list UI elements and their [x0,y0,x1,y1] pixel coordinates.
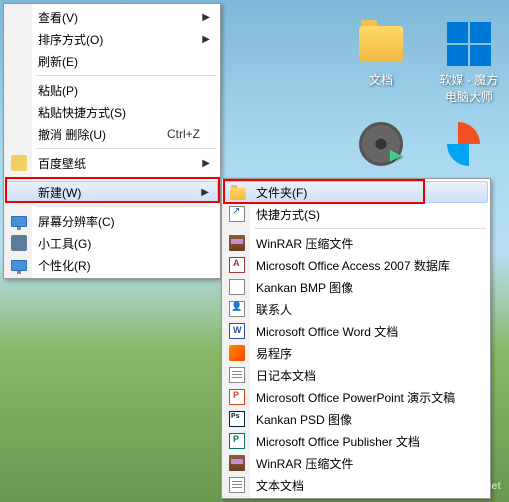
ppt-icon [229,389,245,405]
desktop-icon-ms[interactable] [434,120,504,171]
watermark-url: XiTongZhiJia.Net [417,481,501,492]
menu-item-label: 撤消 删除(U) [38,126,106,143]
doc-icon [229,323,245,339]
menu-separator [254,228,486,229]
desktop-context-menu: 查看(V) ▶ 排序方式(O) ▶ 刷新(E) 粘贴(P) 粘贴快捷方式(S) 撤消 删除(U… [3,3,221,279]
new-submenu-item[interactable]: 易程序 [224,342,488,364]
submenu-arrow-icon: ▶ [202,158,210,169]
menu-item-label: 百度壁纸 [38,155,86,172]
kankan-icon [229,345,245,361]
microsoft-flag-icon [445,120,493,168]
new-submenu-item[interactable]: 联系人 [224,298,488,320]
desktop-icon-documents[interactable]: 文档 [346,20,416,105]
watermark-logo-icon: ⌂ [375,460,411,496]
context-menu-item[interactable]: 刷新(E) [6,50,218,72]
menu-item-label: Microsoft Office PowerPoint 演示文稿 [256,389,455,406]
menu-item-label: 新建(W) [38,184,81,201]
submenu-arrow-icon: ▶ [201,187,209,198]
menu-separator [36,177,216,178]
desktop-icon-label: 软媒 - 魔方 电脑大师 [440,71,499,105]
new-submenu: 文件夹(F) 快捷方式(S) WinRAR 压缩文件 Microsoft Office… [221,178,491,499]
context-menu-item[interactable]: 撤消 删除(U) Ctrl+Z [6,123,218,145]
rar-icon [229,455,245,471]
display-icon [11,213,27,229]
desktop-icon-ruanmei[interactable]: 软媒 - 魔方 电脑大师 [434,20,504,105]
menu-item-label: Kankan BMP 图像 [256,279,353,296]
new-submenu-item[interactable]: Kankan PSD 图像 [224,408,488,430]
context-menu-item[interactable]: 排序方式(O) ▶ [6,28,218,50]
menu-item-label: WinRAR 压缩文件 [256,235,353,252]
contact-icon [229,301,245,317]
context-menu-item[interactable]: 粘贴快捷方式(S) [6,101,218,123]
menu-separator [36,75,216,76]
menu-item-label: 易程序 [256,345,292,362]
desktop-icon-media[interactable] [346,120,416,171]
new-submenu-item[interactable]: Microsoft Office Word 文档 [224,320,488,342]
film-reel-icon [357,120,405,168]
desktop-icons-row-2 [346,120,504,171]
menu-item-label: 排序方式(O) [38,31,103,48]
context-menu-item[interactable]: 粘贴(P) [6,79,218,101]
menu-separator [36,206,216,207]
menu-item-label: Microsoft Office Publisher 文档 [256,433,420,450]
bz-icon [11,155,27,171]
submenu-arrow-icon: ▶ [202,34,210,45]
menu-item-label: Microsoft Office Access 2007 数据库 [256,257,450,274]
menu-item-label: 日记本文档 [256,367,316,384]
menu-item-label: 刷新(E) [38,53,78,70]
watermark-title: 系统之家 [417,464,501,482]
folder-icon [357,20,405,68]
pub-icon [229,433,245,449]
menu-separator [36,148,216,149]
menu-item-label: 屏幕分辨率(C) [38,213,115,230]
link-icon [229,206,245,222]
context-menu-item[interactable]: 百度壁纸 ▶ [6,152,218,174]
access-icon [229,257,245,273]
txt-icon [229,367,245,383]
submenu-arrow-icon: ▶ [202,12,210,23]
new-submenu-item[interactable]: Microsoft Office Access 2007 数据库 [224,254,488,276]
windows-icon [445,20,493,68]
desktop-icons-row: 文档 软媒 - 魔方 电脑大师 [346,20,504,105]
menu-item-label: 小工具(G) [38,235,91,252]
new-submenu-item[interactable]: Microsoft Office Publisher 文档 [224,430,488,452]
gadget-icon [11,235,27,251]
new-submenu-item[interactable]: Kankan BMP 图像 [224,276,488,298]
bmp-icon [229,279,245,295]
new-submenu-item[interactable]: Microsoft Office PowerPoint 演示文稿 [224,386,488,408]
context-menu-item[interactable]: 查看(V) ▶ [6,6,218,28]
new-submenu-item[interactable]: 日记本文档 [224,364,488,386]
context-menu-item[interactable]: 屏幕分辨率(C) [6,210,218,232]
menu-item-label: Microsoft Office Word 文档 [256,323,398,340]
menu-item-label: 粘贴(P) [38,82,78,99]
menu-item-label: 文本文档 [256,477,304,494]
menu-item-shortcut: Ctrl+Z [167,127,200,141]
menu-item-label: 快捷方式(S) [256,206,320,223]
menu-item-label: 个性化(R) [38,257,91,274]
rar-icon [229,235,245,251]
new-submenu-item[interactable]: 文件夹(F) [224,181,488,203]
context-menu-item[interactable]: 新建(W) ▶ [6,181,218,203]
menu-item-label: 粘贴快捷方式(S) [38,104,126,121]
context-menu-item[interactable]: 个性化(R) [6,254,218,276]
menu-item-label: WinRAR 压缩文件 [256,455,353,472]
display-icon [11,257,27,273]
context-menu-item[interactable]: 小工具(G) [6,232,218,254]
menu-item-label: Kankan PSD 图像 [256,411,352,428]
new-submenu-item[interactable]: 快捷方式(S) [224,203,488,225]
menu-item-label: 查看(V) [38,9,78,26]
watermark: ⌂ 系统之家 XiTongZhiJia.Net [375,460,501,496]
desktop-icon-label: 文档 [369,71,393,88]
menu-item-label: 联系人 [256,301,292,318]
watermark-text: 系统之家 XiTongZhiJia.Net [417,464,501,493]
txt-icon [229,477,245,493]
folder-icon [230,184,246,200]
new-submenu-item[interactable]: WinRAR 压缩文件 [224,232,488,254]
psd-icon [229,411,245,427]
menu-item-label: 文件夹(F) [256,184,307,201]
